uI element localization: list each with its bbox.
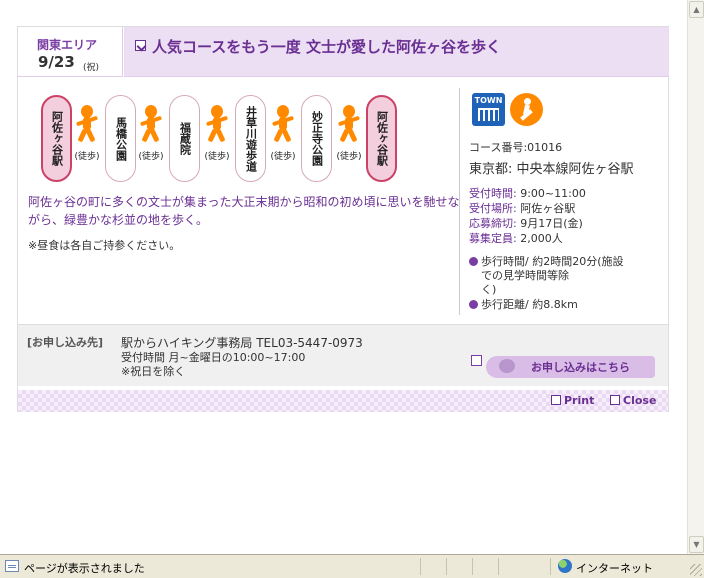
route-station: 妙正寺公園 (301, 95, 332, 182)
event-day: (祝) (83, 63, 100, 73)
walking-person-icon (510, 93, 543, 126)
walk-label: (徒歩) (74, 152, 100, 162)
page-title: 人気コースをもう一度 文士が愛した阿佐ヶ谷を歩く (152, 38, 502, 56)
arrow-box-icon (135, 40, 146, 51)
walk-label: (徒歩) (138, 152, 164, 162)
walker-icon (136, 105, 166, 143)
town-icon: TOWN (472, 93, 505, 126)
bullet-icon (469, 300, 478, 309)
reception-place: 受付場所: 阿佐ヶ谷駅 (469, 202, 576, 215)
walk-label: (徒歩) (204, 152, 230, 162)
arrow-box-icon (551, 395, 561, 405)
print-button[interactable]: Print (551, 394, 594, 408)
page-icon (5, 560, 19, 572)
apply-holiday-note: ※祝日を除く (121, 365, 186, 378)
status-separator (498, 558, 499, 575)
status-separator (446, 558, 447, 575)
capacity: 募集定員: 2,000人 (469, 232, 563, 245)
mouse-icon (499, 359, 515, 373)
status-separator (420, 558, 421, 575)
lunch-note: ※昼食は各自ご持参ください。 (28, 239, 181, 252)
area-date-box: 関東エリア 9/23 (祝) (18, 27, 123, 77)
walk-label: (徒歩) (270, 152, 296, 162)
course-number: コース番号:01016 (469, 141, 563, 154)
event-card: 関東エリア 9/23 (祝) 人気コースをもう一度 文士が愛した阿佐ヶ谷を歩く … (17, 26, 669, 412)
course-description: 阿佐ヶ谷の町に多くの文士が集まった大正末期から昭和の初め頃に思いを馳せながら、緑… (28, 195, 460, 227)
apply-label: [お申し込み先] (27, 336, 104, 349)
route-station: 井草川遊歩道 (235, 95, 266, 182)
bullet-icon (469, 257, 478, 266)
walk-distance: 歩行距離/ 約8.8km (469, 298, 659, 312)
browser-viewport: 関東エリア 9/23 (祝) 人気コースをもう一度 文士が愛した阿佐ヶ谷を歩く … (0, 0, 687, 554)
route-station: 福蔵院 (169, 95, 200, 182)
status-separator (472, 558, 473, 575)
course-place: 東京都: 中央本線阿佐ヶ谷駅 (469, 162, 634, 177)
apply-button[interactable]: お申し込みはこちら (471, 355, 655, 379)
route-station: 阿佐ヶ谷駅 (41, 95, 72, 182)
globe-icon (558, 559, 572, 573)
scroll-down-button[interactable]: ▼ (689, 536, 704, 553)
divider (459, 88, 460, 315)
arrow-box-icon (471, 355, 482, 366)
walker-icon (202, 105, 232, 143)
walker-icon (72, 105, 102, 143)
security-zone: インターネット (558, 559, 688, 575)
area-label: 関東エリア (37, 38, 98, 52)
route-station: 阿佐ヶ谷駅 (366, 95, 397, 182)
walker-icon (334, 105, 364, 143)
route-diagram: 阿佐ヶ谷駅 (徒歩) 馬橋公園 (徒歩) 福蔵院 (徒歩) 井草川遊歩道 (徒歩… (41, 95, 397, 185)
route-station: 馬橋公園 (105, 95, 136, 182)
reception-time: 受付時間: 9:00~11:00 (469, 187, 586, 200)
close-button[interactable]: Close (610, 394, 656, 408)
arrow-box-icon (610, 395, 620, 405)
resize-grip[interactable] (690, 564, 702, 576)
status-bar: ページが表示されました インターネット (0, 554, 704, 578)
vertical-scrollbar[interactable]: ▲ ▼ (687, 0, 704, 554)
apply-section: [お申し込み先] 駅からハイキング事務局 TEL03-5447-0973 受付時… (18, 324, 668, 386)
walker-icon (268, 105, 298, 143)
scroll-up-button[interactable]: ▲ (689, 1, 704, 18)
status-separator (550, 558, 551, 575)
deadline: 応募締切: 9月17日(金) (469, 217, 583, 230)
title-bar: 人気コースをもう一度 文士が愛した阿佐ヶ谷を歩く (124, 27, 669, 77)
walk-label: (徒歩) (336, 152, 362, 162)
footer-bar: Print Close (18, 390, 668, 412)
walk-time: 歩行時間/ 約2時間20分(施設 での見学時間等除 く) (469, 255, 659, 297)
status-text: ページが表示されました (24, 562, 145, 575)
event-date: 9/23 (38, 53, 75, 71)
